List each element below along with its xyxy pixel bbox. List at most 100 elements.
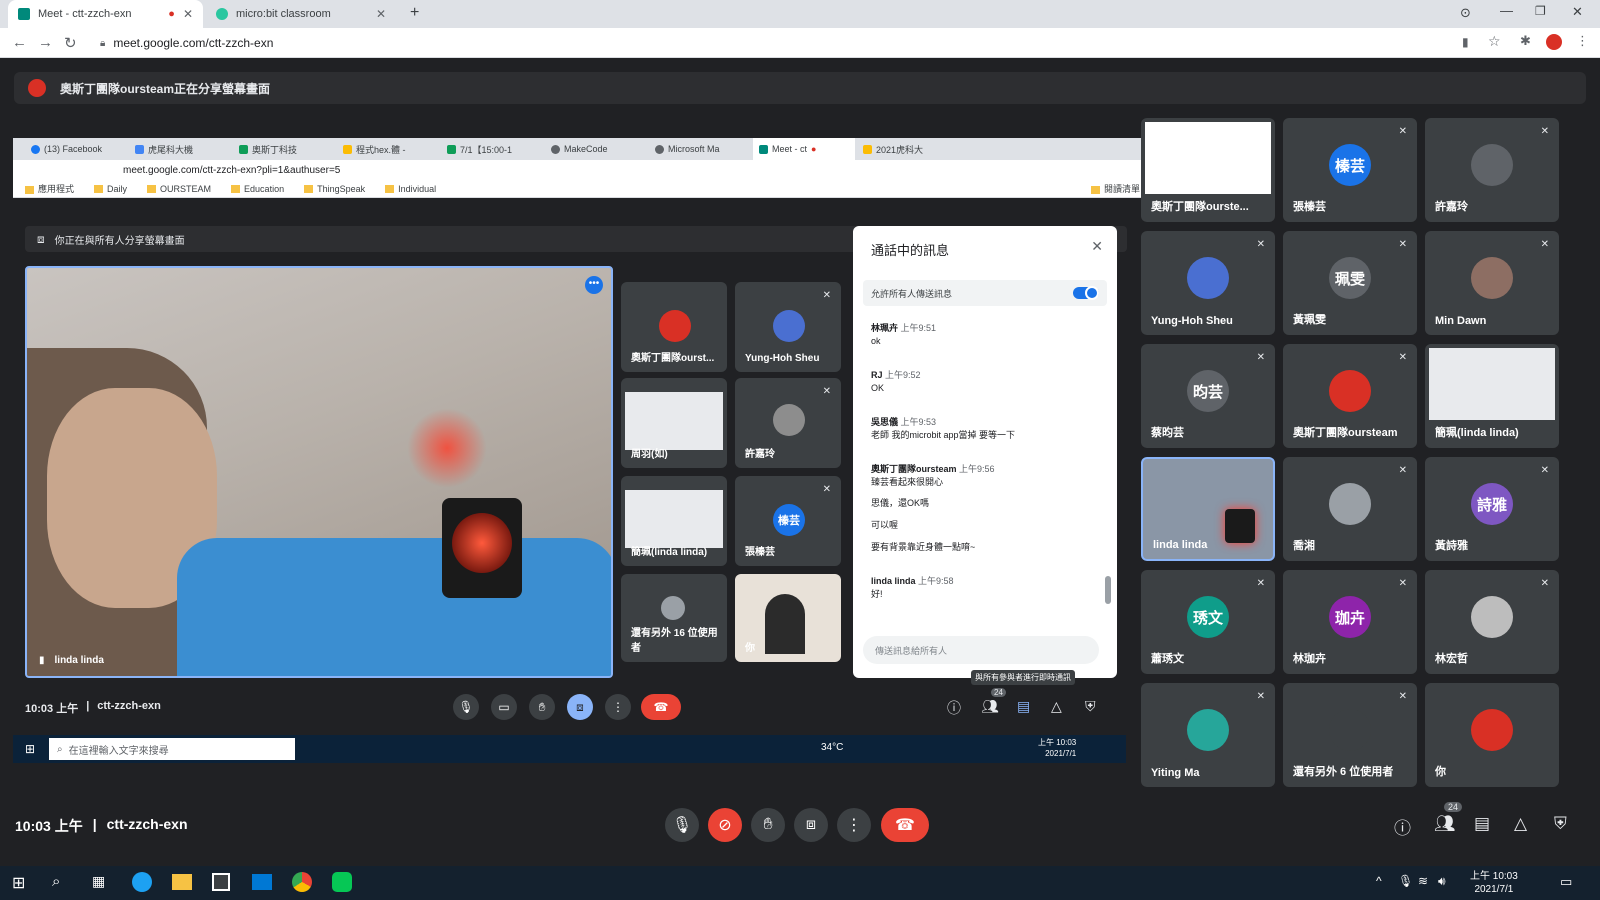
chat-message: 可以喔 <box>871 520 899 530</box>
people-icon[interactable]: 👥︎ <box>981 698 999 715</box>
participant-name: 還有另外 16 位使用者 <box>631 628 718 654</box>
tab-meet[interactable]: Meet - ctt-zzch-exn ● ✕ <box>8 0 203 28</box>
chat-icon[interactable]: ▤ <box>1474 814 1490 834</box>
camera-off-icon[interactable]: ⊘ <box>708 808 742 842</box>
mic-icon[interactable]: 🎙︎ <box>665 808 699 842</box>
sharing-banner-text: 奧斯丁團隊oursteam正在分享螢幕畫面 <box>60 81 271 96</box>
host-controls-icon[interactable]: ⛨ <box>1085 698 1096 715</box>
mic-icon[interactable]: 🎙︎ <box>453 694 479 720</box>
raise-hand-icon[interactable]: ✋︎ <box>751 808 785 842</box>
present-icon[interactable]: ⧈ <box>567 694 593 720</box>
close-icon[interactable]: ✕ <box>1091 238 1103 255</box>
inner-url: meet.google.com/ctt-zzch-exn?pli=1&authu… <box>123 164 341 176</box>
browser-toolbar: ← → ↻ 🔒︎ meet.google.com/ctt-zzch-exn ▮ … <box>0 28 1600 58</box>
windows-start-icon[interactable]: ⊞ <box>12 873 25 893</box>
more-icon[interactable]: ⋮ <box>605 694 631 720</box>
inner-clock: 上午 10:03 2021/7/1 <box>1038 738 1077 758</box>
more-icon[interactable]: ⋮ <box>837 808 871 842</box>
meeting-code: ctt-zzch-exn <box>106 816 188 832</box>
chrome-icon[interactable] <box>292 872 312 892</box>
participant-name: 喬湘 <box>1293 540 1315 552</box>
file-explorer-icon[interactable] <box>172 874 192 890</box>
tab-microbit-label: micro:bit classroom <box>236 8 331 20</box>
more-options-icon[interactable]: ••• <box>585 276 603 294</box>
participant-name: 你 <box>745 643 755 654</box>
chat-message: 林珮卉 上午9:51 ok <box>871 323 937 346</box>
minimize-icon[interactable]: — <box>1500 3 1513 18</box>
host-controls-icon[interactable]: ⛨ <box>1554 814 1567 834</box>
inner-present-text: 你正在與所有人分享螢幕畫面 <box>54 235 185 247</box>
meet-favicon-icon <box>18 8 30 20</box>
activities-icon[interactable]: △ <box>1514 814 1527 834</box>
edge-icon[interactable] <box>132 872 152 892</box>
chat-message: RJ 上午9:52 OK <box>871 370 921 393</box>
participant-tile: 奧斯丁團隊ourste... <box>1141 118 1275 222</box>
back-icon[interactable]: ← <box>12 34 27 51</box>
info-icon[interactable]: ⓘ <box>1394 814 1411 839</box>
avatar: 珈卉 <box>1329 596 1371 638</box>
mic-icon: ▮ <box>39 655 45 666</box>
chat-input[interactable]: 傳送訊息給所有人 <box>863 636 1099 664</box>
participant-name: 蔡昀芸 <box>1151 427 1184 439</box>
tab-search-icon[interactable]: ⊙ <box>1460 5 1471 21</box>
taskbar-time: 上午 10:03 <box>1470 871 1518 882</box>
participant-tile: ✕ Yung-Hoh Sheu <box>735 282 841 372</box>
people-icon[interactable]: 👥︎ <box>1434 814 1456 834</box>
hang-up-icon[interactable]: ☎︎ <box>881 808 929 842</box>
tab-microbit[interactable]: micro:bit classroom ✕ <box>206 0 396 28</box>
store-icon[interactable] <box>212 873 230 891</box>
chat-message: 奧斯丁團隊oursteam 上午9:56 臻芸看起來很開心 <box>871 464 995 487</box>
participant-name: 黃珮雯 <box>1293 314 1326 326</box>
chat-messages: 林珮卉 上午9:51 ok RJ 上午9:52 OK 吳思儀 上午9:53 老師 我的… <box>871 322 1101 601</box>
taskbar-clock[interactable]: 上午 10:03 2021/7/1 <box>1470 870 1518 896</box>
main-video-label: ▮ linda linda <box>39 655 104 666</box>
close-window-icon[interactable]: ✕ <box>1572 4 1583 20</box>
hang-up-icon[interactable]: ☎︎ <box>641 694 681 720</box>
chat-title: 通話中的訊息 <box>871 243 950 258</box>
search-icon[interactable]: ⌕ <box>52 873 60 890</box>
mic-tray-icon[interactable]: 🎙︎ <box>1398 874 1413 888</box>
star-icon[interactable]: ☆ <box>1488 33 1501 50</box>
present-icon[interactable]: ⧈ <box>794 808 828 842</box>
restore-icon[interactable]: ❐ <box>1535 4 1546 18</box>
extensions-icon[interactable]: ✱ <box>1520 33 1531 49</box>
raise-hand-icon[interactable]: ✋︎ <box>529 694 555 720</box>
mail-icon[interactable] <box>252 874 272 890</box>
profile-avatar[interactable] <box>1546 34 1562 50</box>
chat-tooltip: 與所有參與者進行即時通訊 <box>971 670 1075 685</box>
mic-off-icon: ✕ <box>1256 578 1265 589</box>
close-icon[interactable]: ✕ <box>376 7 386 21</box>
menu-icon[interactable]: ⋮ <box>1576 33 1589 49</box>
activities-icon[interactable]: △ <box>1051 698 1062 715</box>
avatar <box>1471 257 1513 299</box>
volume-icon[interactable]: 🔊︎ <box>1438 874 1446 889</box>
forward-icon[interactable]: → <box>38 34 53 51</box>
participant-tile: ✕ 詩雅 黃詩雅 <box>1425 457 1559 561</box>
allow-messages-toggle[interactable] <box>1073 286 1099 300</box>
reload-icon[interactable]: ↻ <box>64 34 77 52</box>
avatar: 昀芸 <box>1187 370 1229 412</box>
info-icon[interactable]: ⓘ <box>947 698 961 718</box>
avatar: 榛芸 <box>773 504 805 536</box>
notifications-icon[interactable]: ▭ <box>1560 874 1572 890</box>
camera-icon[interactable]: ▮ <box>1462 35 1469 49</box>
chat-message: 要有背景靠近身體一點唷~ <box>871 542 976 552</box>
windows-icon: ⊞ <box>25 742 36 756</box>
avatar <box>1471 144 1513 186</box>
close-icon[interactable]: ✕ <box>183 7 193 21</box>
chat-icon[interactable]: ▤ <box>1017 698 1030 715</box>
new-tab-plus-icon[interactable]: + <box>410 4 419 22</box>
line-icon[interactable] <box>332 872 352 892</box>
address-bar[interactable]: 🔒︎ meet.google.com/ctt-zzch-exn <box>100 33 1400 53</box>
shared-screen: (13) Facebook 虎尾科大機 奧斯丁科技 程式hex.體 - 7/1【… <box>13 138 1150 783</box>
main-video: ••• ▮ linda linda <box>25 266 613 678</box>
mic-off-icon: ✕ <box>1540 465 1549 476</box>
wifi-icon[interactable]: ≋ <box>1418 874 1428 888</box>
avatar: 詩雅 <box>1471 483 1513 525</box>
camera-icon[interactable]: ▭ <box>491 694 517 720</box>
participant-tile: 簡珮(linda linda) <box>621 476 727 566</box>
mic-off-icon: ✕ <box>1398 352 1407 363</box>
task-view-icon[interactable]: ▦ <box>92 873 105 890</box>
tray-chevron-icon[interactable]: ^ <box>1376 874 1382 888</box>
chat-scrollbar[interactable] <box>1105 576 1111 604</box>
